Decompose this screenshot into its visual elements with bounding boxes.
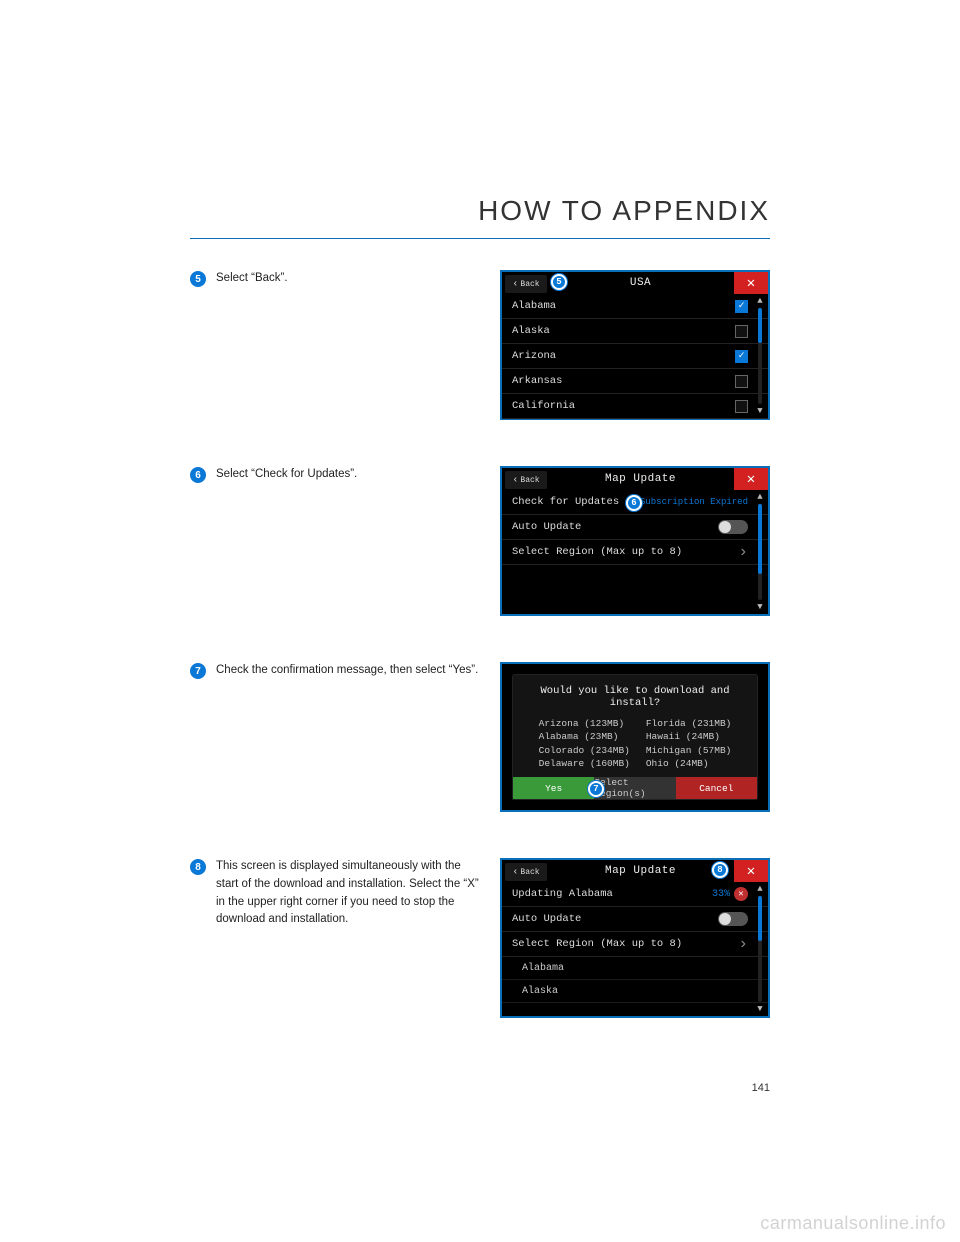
screen-map-update: Back Map Update ✕ Check for Updates Subs… [500,466,770,616]
step-8: 8 This screen is displayed simultaneousl… [190,858,770,1018]
cancel-button[interactable]: Cancel [676,777,757,799]
page-number: 141 [752,1082,770,1094]
row-label: Alaska [512,325,550,337]
scrollbar[interactable]: ▲ ▼ [754,884,766,1014]
screen-title: USA [547,277,734,289]
progress-percent: 33% [712,889,730,900]
select-region-row[interactable]: Select Region (Max up to 8) › [502,540,768,565]
auto-update-row[interactable]: Auto Update [502,515,768,540]
step-num-badge: 8 [190,859,206,875]
step-7: 7 Check the confirmation message, then s… [190,662,770,812]
row-label: Arizona [512,350,556,362]
auto-update-row[interactable]: Auto Update [502,907,768,932]
checkbox-icon[interactable]: ✓ [735,300,748,313]
back-button[interactable]: Back [505,471,547,489]
download-list: Arizona (123MB) Alabama (23MB) Colorado … [523,717,747,777]
step-5: 5 Select “Back”. Back USA ✕ 5 Alabama ✓ A… [190,270,770,420]
step-text: Check the confirmation message, then sel… [216,662,478,680]
download-item: Alabama (23MB) [539,730,630,743]
callout-marker-7: 7 [588,781,604,797]
list-item[interactable]: Arizona ✓ [502,344,768,369]
row-label: Alabama [512,300,556,312]
chevron-right-icon: › [738,935,748,953]
row-label: Select Region (Max up to 8) [512,546,682,558]
step-num-badge: 7 [190,663,206,679]
close-icon[interactable]: ✕ [734,860,768,882]
select-region-button[interactable]: Select Region(s) [594,777,675,799]
scroll-down-icon[interactable]: ▼ [757,602,762,612]
step-text: This screen is displayed simultaneously … [216,858,480,929]
close-icon[interactable]: ✕ [734,468,768,490]
scroll-up-icon[interactable]: ▲ [757,296,762,306]
checkbox-icon[interactable] [735,325,748,338]
step-num-badge: 5 [190,271,206,287]
checkbox-icon[interactable] [735,400,748,413]
callout-marker-8: 8 [712,862,728,878]
back-button[interactable]: Back [505,863,547,881]
watermark: carmanualsonline.info [760,1213,946,1234]
list-item[interactable]: Arkansas [502,369,768,394]
scroll-down-icon[interactable]: ▼ [757,1004,762,1014]
row-label: Auto Update [512,913,581,925]
content-area: 5 Select “Back”. Back USA ✕ 5 Alabama ✓ A… [190,270,770,1064]
toggle-switch[interactable] [718,912,748,926]
scroll-down-icon[interactable]: ▼ [757,406,762,416]
close-icon[interactable]: ✕ [734,272,768,294]
step-num-badge: 6 [190,467,206,483]
row-label: Auto Update [512,521,581,533]
screen-title: Map Update [547,865,734,877]
row-label: California [512,400,575,412]
scroll-up-icon[interactable]: ▲ [757,492,762,502]
region-subrow[interactable]: Alaska [502,980,768,1003]
download-item: Colorado (234MB) [539,744,630,757]
list-item[interactable]: Alabama ✓ [502,294,768,319]
callout-marker-5: 5 [551,274,567,290]
stop-download-icon[interactable]: ✕ [734,887,748,901]
dialog-question: Would you like to download and install? [523,685,747,709]
row-label: Arkansas [512,375,562,387]
download-item: Ohio (24MB) [646,757,732,770]
row-label: Select Region (Max up to 8) [512,938,682,950]
scrollbar[interactable]: ▲ ▼ [754,296,766,416]
subscription-status: Subscription Expired [640,497,748,507]
screen-confirm-dialog: Would you like to download and install? … [500,662,770,812]
download-item: Hawaii (24MB) [646,730,732,743]
back-button[interactable]: Back [505,275,547,293]
chevron-right-icon: › [738,543,748,561]
yes-button[interactable]: Yes [513,777,594,799]
download-item: Michigan (57MB) [646,744,732,757]
step-6: 6 Select “Check for Updates”. Back Map U… [190,466,770,616]
scrollbar[interactable]: ▲ ▼ [754,492,766,612]
updating-row: Updating Alabama 33% ✕ [502,882,768,907]
step-text: Select “Back”. [216,270,288,288]
toggle-switch[interactable] [718,520,748,534]
scroll-up-icon[interactable]: ▲ [757,884,762,894]
screen-usa-list: Back USA ✕ 5 Alabama ✓ Alaska Arizona ✓ Ar… [500,270,770,420]
checkbox-icon[interactable] [735,375,748,388]
updating-label: Updating Alabama [512,888,613,900]
page-title: HOW TO APPENDIX [478,195,770,227]
download-item: Arizona (123MB) [539,717,630,730]
callout-marker-6: 6 [626,495,642,511]
download-item: Florida (231MB) [646,717,732,730]
list-item[interactable]: Alaska [502,319,768,344]
checkbox-icon[interactable]: ✓ [735,350,748,363]
select-region-row[interactable]: Select Region (Max up to 8) › [502,932,768,957]
list-item[interactable]: California [502,394,768,419]
region-subrow[interactable]: Alabama [502,957,768,980]
step-text: Select “Check for Updates”. [216,466,357,484]
download-item: Delaware (160MB) [539,757,630,770]
screen-updating: Back Map Update ✕ 8 Updating Alabama 33%… [500,858,770,1018]
screen-title: Map Update [547,473,734,485]
title-rule [190,238,770,239]
row-label: Check for Updates [512,496,619,508]
